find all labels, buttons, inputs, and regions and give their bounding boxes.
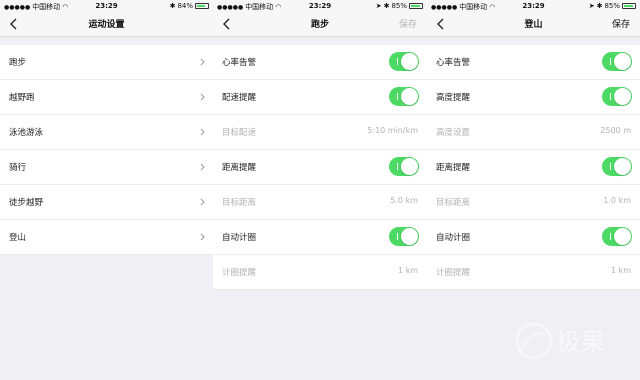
lap-reminder-row[interactable]: 计圈提醒 1 km	[427, 255, 640, 290]
lap-reminder-value: 1 km	[397, 266, 418, 275]
location-icon: ➤	[375, 2, 382, 10]
setting-label: 配速提醒	[222, 93, 257, 103]
chevron-right-icon	[200, 198, 205, 206]
altitude-reminder-row: 高度提醒	[427, 80, 640, 115]
auto-lap-toggle[interactable]	[389, 227, 419, 246]
phone-screen-sport-settings: ●●●●● 中国移动 ◠ 23:29 ✱ 84% 运动设置 跑步 越野跑 泳池游…	[0, 0, 213, 380]
battery-icon	[622, 3, 636, 9]
setting-label: 目标配速	[222, 128, 257, 138]
list-item-pool-swimming[interactable]: 泳池游泳	[0, 115, 213, 150]
auto-lap-row: 自动计圈	[427, 220, 640, 255]
status-bar: ●●●●● 中国移动 ◠ 23:29 ➤ ✱ 85%	[213, 0, 427, 12]
pace-reminder-row: 配速提醒	[213, 80, 427, 115]
distance-reminder-toggle[interactable]	[602, 157, 632, 176]
bluetooth-icon: ✱	[383, 2, 390, 10]
auto-lap-toggle[interactable]	[602, 227, 632, 246]
heart-rate-alert-row: 心率告警	[427, 45, 640, 80]
setting-label: 自动计圈	[222, 233, 257, 243]
setting-label: 计圈提醒	[436, 268, 471, 278]
setting-label: 高度设置	[436, 128, 471, 138]
running-settings-list: 心率告警 配速提醒 目标配速 5:10 min/km 距离提醒 目标距离 5.0…	[213, 45, 427, 290]
list-item-mountaineering[interactable]: 登山	[0, 220, 213, 255]
battery-percent: 85%	[604, 2, 620, 10]
altitude-setting-row[interactable]: 高度设置 2500 m	[427, 115, 640, 150]
navigation-bar: 跑步 保存	[213, 12, 427, 37]
target-pace-value: 5:10 min/km	[367, 126, 418, 135]
target-distance-value: 1.0 km	[603, 196, 631, 205]
page-title: 跑步	[310, 20, 329, 30]
list-item-hiking[interactable]: 徒步越野	[0, 185, 213, 220]
lap-reminder-value: 1 km	[610, 266, 631, 275]
watermark: 极果	[514, 318, 632, 364]
setting-label: 高度提醒	[436, 93, 471, 103]
list-item-label: 登山	[9, 233, 27, 243]
page-title: 运动设置	[88, 20, 125, 30]
distance-reminder-row: 距离提醒	[427, 150, 640, 185]
setting-label: 目标距离	[222, 198, 257, 208]
bluetooth-icon: ✱	[596, 2, 603, 10]
location-icon: ➤	[588, 2, 595, 10]
auto-lap-row: 自动计圈	[213, 220, 427, 255]
list-item-label: 跑步	[9, 58, 27, 68]
status-bar: ●●●●● 中国移动 ◠ 23:29 ➤ ✱ 85%	[427, 0, 640, 12]
chevron-right-icon	[200, 93, 205, 101]
navigation-bar: 运动设置	[0, 12, 213, 37]
setting-label: 自动计圈	[436, 233, 471, 243]
pace-reminder-toggle[interactable]	[389, 87, 419, 106]
mountaineering-settings-list: 心率告警 高度提醒 高度设置 2500 m 距离提醒 目标距离 1.0 km 自…	[427, 45, 640, 290]
setting-label: 距离提醒	[436, 163, 471, 173]
target-distance-row[interactable]: 目标距离 5.0 km	[213, 185, 427, 220]
battery-icon	[409, 3, 423, 9]
chevron-right-icon	[200, 58, 205, 66]
list-item-label: 越野跑	[9, 93, 35, 103]
phone-screen-running: ●●●●● 中国移动 ◠ 23:29 ➤ ✱ 85% 跑步 保存 心率告警 配速…	[213, 0, 427, 380]
altitude-reminder-toggle[interactable]	[602, 87, 632, 106]
navigation-bar: 登山 保存	[427, 12, 640, 37]
status-bar: ●●●●● 中国移动 ◠ 23:29 ✱ 84%	[0, 0, 213, 12]
target-distance-row[interactable]: 目标距离 1.0 km	[427, 185, 640, 220]
target-distance-value: 5.0 km	[390, 196, 418, 205]
list-item-label: 骑行	[9, 163, 27, 173]
heart-rate-alert-toggle[interactable]	[389, 52, 419, 71]
page-title: 登山	[524, 20, 543, 30]
list-item-trail-running[interactable]: 越野跑	[0, 80, 213, 115]
setting-label: 心率告警	[436, 58, 471, 68]
watermark-logo-icon	[515, 322, 553, 360]
list-item-label: 泳池游泳	[9, 128, 44, 138]
setting-label: 计圈提醒	[222, 268, 257, 278]
heart-rate-alert-toggle[interactable]	[602, 52, 632, 71]
chevron-right-icon	[200, 233, 205, 241]
save-button[interactable]: 保存	[612, 17, 630, 30]
sport-list: 跑步 越野跑 泳池游泳 骑行 徒步越野 登山	[0, 45, 213, 255]
list-item-running[interactable]: 跑步	[0, 45, 213, 80]
lap-reminder-row[interactable]: 计圈提醒 1 km	[213, 255, 427, 290]
chevron-right-icon	[200, 128, 205, 136]
list-item-label: 徒步越野	[9, 198, 44, 208]
chevron-right-icon	[200, 163, 205, 171]
list-item-cycling[interactable]: 骑行	[0, 150, 213, 185]
distance-reminder-toggle[interactable]	[389, 157, 419, 176]
setting-label: 距离提醒	[222, 163, 257, 173]
save-button[interactable]: 保存	[399, 17, 417, 30]
setting-label: 目标距离	[436, 198, 471, 208]
distance-reminder-row: 距离提醒	[213, 150, 427, 185]
altitude-setting-value: 2500 m	[600, 126, 631, 135]
battery-percent: 85%	[391, 2, 407, 10]
bluetooth-icon: ✱	[169, 2, 176, 10]
setting-label: 心率告警	[222, 58, 257, 68]
battery-icon	[195, 3, 209, 9]
battery-percent: 84%	[177, 2, 193, 10]
target-pace-row[interactable]: 目标配速 5:10 min/km	[213, 115, 427, 150]
watermark-text: 极果	[556, 328, 606, 356]
heart-rate-alert-row: 心率告警	[213, 45, 427, 80]
